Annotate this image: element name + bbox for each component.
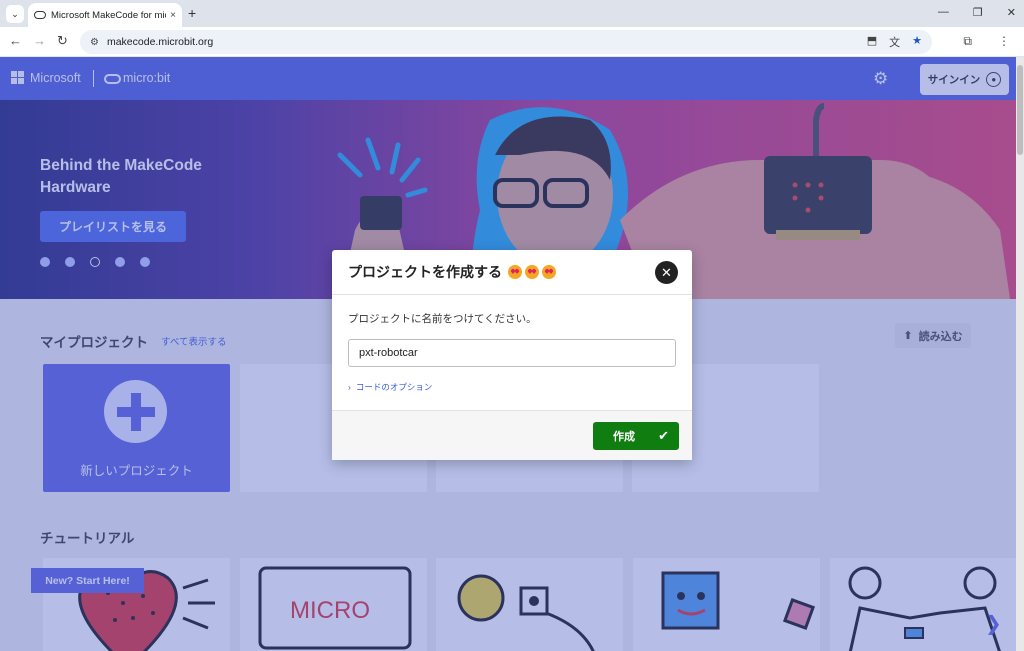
tab-search-button[interactable]: ⌄ (6, 5, 24, 23)
project-name-prompt: プロジェクトに名前をつけてください。 (348, 313, 537, 325)
minimize-icon[interactable]: — (938, 6, 949, 19)
new-tab-button[interactable]: + (188, 5, 196, 21)
restore-icon[interactable]: ❐ (973, 6, 983, 19)
tab-close-icon[interactable]: × (170, 10, 176, 21)
create-project-dialog: プロジェクトを作成する ✕ プロジェクトに名前をつけてください。 › コードのオ… (332, 250, 692, 460)
dialog-body: プロジェクトに名前をつけてください。 › コードのオプション (332, 295, 692, 409)
create-button[interactable]: 作成 ✔ (593, 422, 679, 450)
dialog-footer: 作成 ✔ (332, 410, 692, 460)
extensions-icon[interactable]: ⧉ (963, 34, 972, 49)
chevron-right-icon: › (348, 382, 351, 392)
window-controls: — ❐ ✕ (938, 6, 1016, 19)
code-options-toggle[interactable]: › コードのオプション (348, 381, 676, 393)
forward-button[interactable]: → (33, 33, 46, 48)
window-close-icon[interactable]: ✕ (1007, 6, 1016, 19)
close-icon[interactable]: ✕ (655, 261, 678, 284)
code-options-label: コードのオプション (355, 382, 433, 392)
back-button[interactable]: ← (9, 33, 22, 48)
translate-icon[interactable]: 文 (889, 34, 900, 50)
checkmark-icon: ✔ (658, 428, 669, 443)
dialog-title: プロジェクトを作成する (348, 264, 502, 280)
browser-tabbar: ⌄ Microsoft MakeCode for micro: × + — ❐ … (0, 0, 1024, 27)
makecode-favicon-icon (34, 11, 46, 19)
project-name-input[interactable] (348, 339, 676, 367)
create-label: 作成 (613, 431, 635, 443)
scrollbar-thumb[interactable] (1017, 65, 1023, 155)
reload-button[interactable]: ↻ (57, 33, 68, 49)
site-info-icon[interactable]: ⚙ (90, 37, 99, 48)
url-text[interactable]: makecode.microbit.org (107, 36, 213, 48)
dialog-header: プロジェクトを作成する ✕ (332, 250, 692, 295)
browser-menu-icon[interactable]: ⋮ (998, 34, 1010, 49)
bookmark-star-icon[interactable]: ★ (912, 34, 922, 50)
heart-eyes-emoji-icon (525, 265, 539, 279)
install-app-icon[interactable]: ⬒ (867, 34, 877, 50)
address-bar[interactable]: ⚙ makecode.microbit.org ⬒ 文 ★ (80, 30, 932, 54)
heart-eyes-emoji-icon (508, 265, 522, 279)
heart-eyes-emoji-icons (508, 265, 556, 279)
browser-tab[interactable]: Microsoft MakeCode for micro: × (28, 3, 182, 27)
browser-toolbar: ← → ↻ ⚙ makecode.microbit.org ⬒ 文 ★ ⧉ ⋮ (0, 27, 1024, 57)
heart-eyes-emoji-icon (542, 265, 556, 279)
page-scrollbar[interactable] (1016, 57, 1024, 651)
tab-title: Microsoft MakeCode for micro: (51, 9, 166, 21)
